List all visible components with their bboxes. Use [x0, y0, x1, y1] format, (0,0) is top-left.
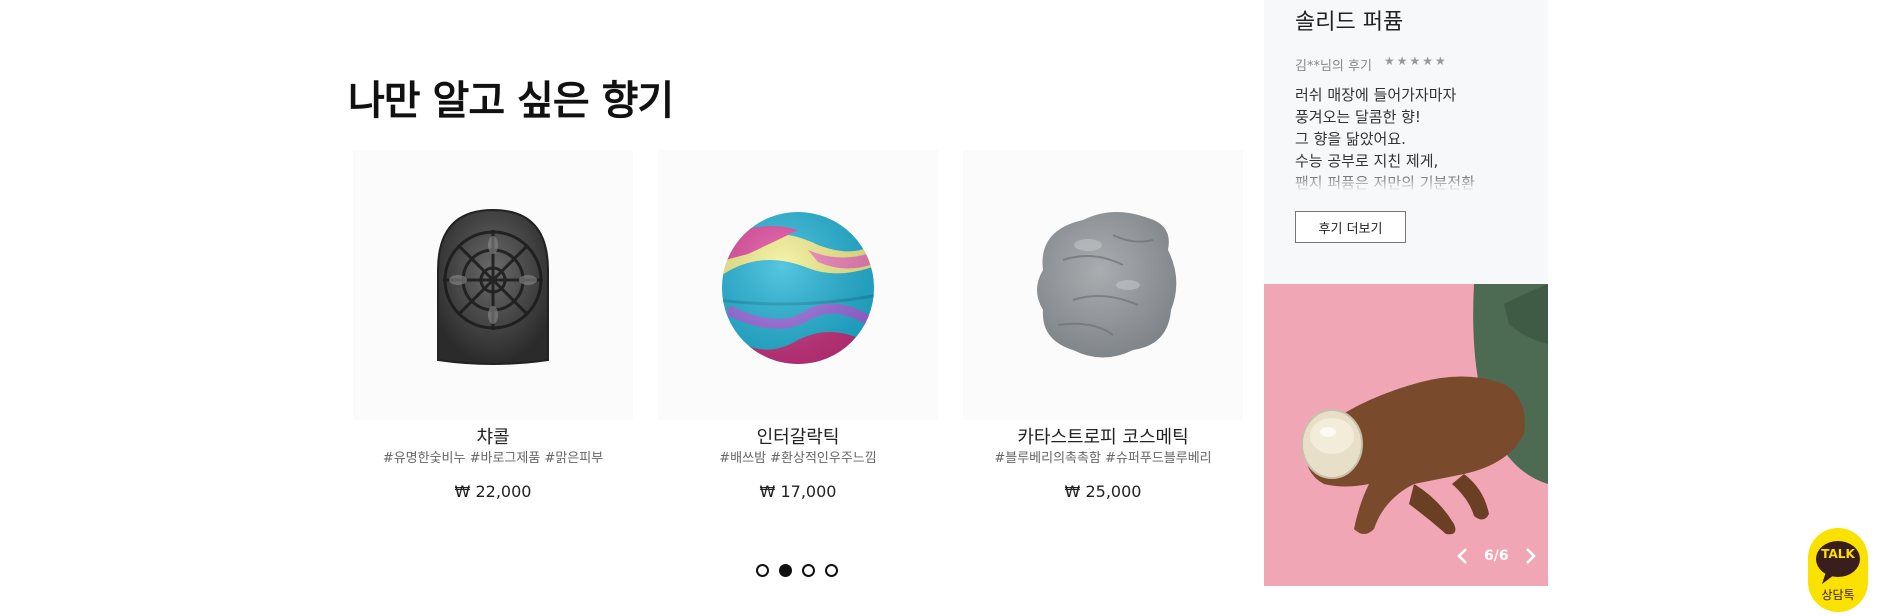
slide-nav: 6/6: [1454, 546, 1539, 566]
review-line: 팬지 퍼퓸은 저만의 기분전환: [1295, 174, 1475, 192]
product-tags: #유명한숯비누 #바로그제품 #맑은피부: [382, 451, 604, 466]
face-mask-image: [1037, 211, 1177, 358]
product-price: ₩ 22,000: [454, 482, 532, 501]
review-line: 그 향을 닮았어요.: [1295, 130, 1406, 148]
speech-bubble-icon: [1816, 541, 1860, 584]
product-image[interactable]: [963, 150, 1243, 420]
carousel-pagination: [756, 564, 838, 577]
review-product-name: 솔리드 퍼퓸: [1295, 10, 1404, 35]
review-author: 김**님의 후기: [1295, 59, 1372, 74]
charcoal-soap-image: [437, 208, 549, 365]
slide-counter: 6/6: [1484, 548, 1509, 564]
carousel-dot-active[interactable]: [779, 564, 792, 577]
kakao-chat-button[interactable]: TALK 상담톡: [1808, 528, 1868, 612]
review-line: 수능 공부로 지친 제게,: [1295, 152, 1439, 170]
chevron-right-icon[interactable]: [1523, 546, 1539, 566]
product-tags: #배쓰밤 #환상적인우주느낌: [719, 451, 877, 466]
bath-bomb-image: [722, 212, 874, 364]
product-carousel: 챠콜 #유명한숯비누 #바로그제품 #맑은피부 ₩ 22,000 인터갈락틱 #…: [348, 140, 1243, 530]
kakao-talk-label: TALK: [1821, 547, 1855, 561]
chevron-left-icon[interactable]: [1454, 546, 1470, 566]
review-panel: 솔리드 퍼퓸 김**님의 후기 ★★★★★ 러쉬 매장에 들어가자마자 풍겨오는…: [1264, 0, 1548, 284]
review-photo: 6/6: [1264, 284, 1548, 586]
product-card[interactable]: 카타스트로피 코스메틱 #블루베리의촉촉함 #슈퍼푸드블루베리 ₩ 25,000: [958, 140, 1248, 510]
review-line: 풍겨오는 달콤한 향!: [1295, 108, 1421, 126]
product-image[interactable]: [658, 150, 938, 420]
product-tags: #블루베리의촉촉함 #슈퍼푸드블루베리: [994, 451, 1212, 466]
carousel-dot[interactable]: [825, 564, 838, 577]
product-name[interactable]: 카타스트로피 코스메틱: [958, 423, 1248, 449]
product-image[interactable]: [353, 150, 633, 420]
hand-holding-perfume-image: [1264, 284, 1548, 586]
product-card[interactable]: 인터갈락틱 #배쓰밤 #환상적인우주느낌 ₩ 17,000: [653, 140, 943, 510]
kakao-chat-label: 상담톡: [1821, 588, 1855, 602]
product-name[interactable]: 인터갈락틱: [653, 423, 943, 449]
product-card[interactable]: 챠콜 #유명한숯비누 #바로그제품 #맑은피부 ₩ 22,000: [348, 140, 638, 510]
carousel-dot[interactable]: [802, 564, 815, 577]
product-price: ₩ 25,000: [1064, 482, 1142, 501]
more-reviews-button[interactable]: 후기 더보기: [1295, 211, 1406, 243]
review-body: 러쉬 매장에 들어가자마자 풍겨오는 달콤한 향! 그 향을 닮았어요. 수능 …: [1295, 84, 1535, 192]
product-name[interactable]: 챠콜: [348, 423, 638, 449]
product-price: ₩ 17,000: [759, 482, 837, 501]
rating-stars: ★★★★★: [1384, 54, 1448, 68]
carousel-dot[interactable]: [756, 564, 769, 577]
review-line: 러쉬 매장에 들어가자마자: [1295, 86, 1457, 104]
page: 나만 알고 싶은 향기 챠콜 #유명한숯비누 #바로그제품 #맑은피부 ₩ 22…: [0, 0, 1881, 616]
section-title: 나만 알고 싶은 향기: [348, 78, 674, 124]
